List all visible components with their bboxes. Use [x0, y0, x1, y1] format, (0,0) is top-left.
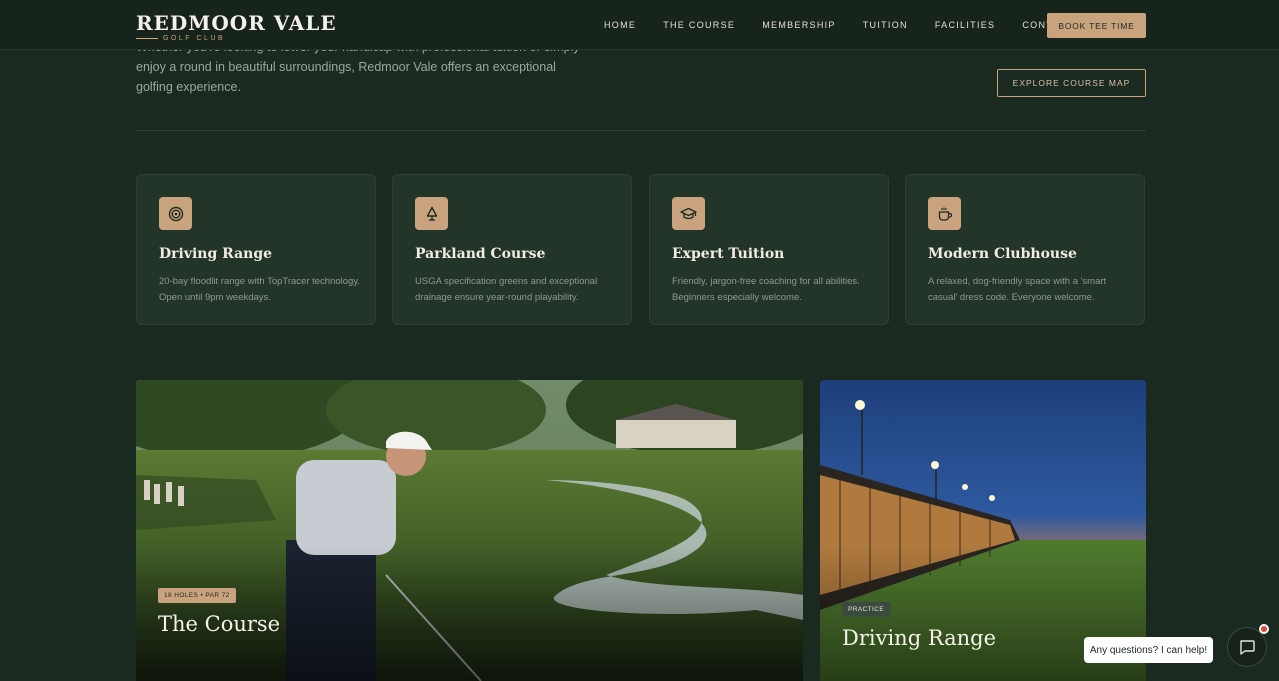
graduation-cap-icon — [672, 197, 705, 230]
feature-card-modern-clubhouse: Modern Clubhouse A relaxed, dog-friendly… — [905, 174, 1145, 325]
chat-prompt-bubble[interactable]: Any questions? I can help! — [1084, 637, 1213, 663]
feature-description: Friendly, jargon-free coaching for all a… — [672, 276, 860, 303]
course-badge: 18 HOLES • PAR 72 — [158, 588, 236, 603]
feature-card-expert-tuition: Expert Tuition Friendly, jargon-free coa… — [649, 174, 889, 325]
driving-range-tile-title: Driving Range — [842, 626, 997, 650]
course-tile[interactable]: 18 HOLES • PAR 72 The Course — [136, 380, 803, 681]
feature-title: Driving Range — [159, 246, 273, 262]
chat-bubble-icon — [1240, 640, 1255, 655]
feature-title: Parkland Course — [415, 246, 546, 262]
coffee-cup-icon — [928, 197, 961, 230]
site-header: REDMOOR VALE GOLF CLUB HOME THE COURSE M… — [0, 0, 1279, 50]
feature-title: Modern Clubhouse — [928, 246, 1077, 262]
nav-facilities[interactable]: FACILITIES — [935, 20, 996, 30]
nav-home[interactable]: HOME — [604, 20, 636, 30]
section-divider — [136, 130, 1146, 131]
driving-range-badge: PRACTICE — [842, 602, 891, 617]
nav-membership[interactable]: MEMBERSHIP — [762, 20, 836, 30]
feature-card-parkland-course: Parkland Course USGA specification green… — [392, 174, 632, 325]
course-tile-title: The Course — [158, 612, 281, 636]
explore-course-map-button[interactable]: EXPLORE COURSE MAP — [997, 69, 1146, 97]
feature-description: A relaxed, dog-friendly space with a 'sm… — [928, 276, 1107, 303]
site-logo[interactable]: REDMOOR VALE GOLF CLUB — [136, 12, 337, 42]
target-icon — [159, 197, 192, 230]
notification-dot — [1259, 624, 1269, 634]
logo-rule — [136, 38, 158, 39]
logo-name: REDMOOR VALE — [136, 11, 337, 35]
nav-the-course[interactable]: THE COURSE — [663, 20, 735, 30]
feature-description: 20-bay floodlit range with TopTracer tec… — [159, 276, 361, 303]
feature-card-driving-range: Driving Range 20-bay floodlit range with… — [136, 174, 376, 325]
logo-tagline: GOLF CLUB — [163, 35, 226, 42]
nav-tuition[interactable]: TUITION — [863, 20, 908, 30]
book-tee-time-button[interactable]: BOOK TEE TIME — [1047, 13, 1146, 38]
feature-title: Expert Tuition — [672, 246, 785, 262]
main-nav: HOME THE COURSE MEMBERSHIP TUITION FACIL… — [604, 20, 1101, 30]
tree-icon — [415, 197, 448, 230]
feature-description: USGA specification greens and exceptiona… — [415, 276, 598, 303]
driving-range-tile[interactable]: PRACTICE Driving Range — [820, 380, 1146, 681]
